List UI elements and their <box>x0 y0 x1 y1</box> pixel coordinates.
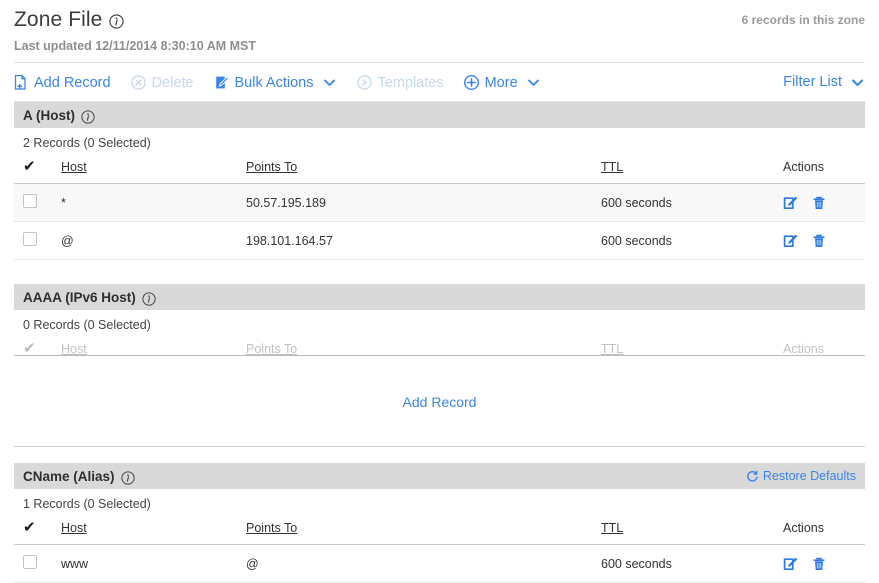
select-all-header[interactable]: ✔ <box>14 520 61 545</box>
edit-icon[interactable] <box>783 195 799 211</box>
chevron-down-icon <box>322 75 337 90</box>
section-aaaa-ipv6-host: AAAA (IPv6 Host) 0 Records (0 Selected) … <box>14 284 865 446</box>
delete-label: Delete <box>151 74 194 91</box>
cell-host: @ <box>61 221 246 260</box>
trash-icon[interactable] <box>811 556 827 572</box>
section-header-aaaa: AAAA (IPv6 Host) <box>14 284 865 310</box>
info-icon[interactable] <box>109 13 125 29</box>
templates-label: Templates <box>377 74 444 91</box>
bulk-actions-label: Bulk Actions <box>234 74 314 91</box>
refresh-icon <box>746 470 759 483</box>
column-header-host[interactable]: Host <box>61 159 246 184</box>
filter-list-label: Filter List <box>783 74 842 90</box>
section-a-host: A (Host) 2 Records (0 Selected) ✔ Host P… <box>14 102 865 260</box>
record-count-label: 2 Records (0 Selected) <box>23 136 151 150</box>
templates-button[interactable]: Templates <box>356 74 444 91</box>
clipboard-edit-icon <box>213 74 230 91</box>
column-header-points-to[interactable]: Points To <box>246 341 601 356</box>
more-button[interactable]: More <box>463 74 541 91</box>
cell-ttl: 600 seconds <box>601 544 783 583</box>
cell-points-to: 198.101.164.57 <box>246 221 601 260</box>
restore-defaults-label: Restore Defaults <box>762 469 856 483</box>
column-header-points-to[interactable]: Points To <box>246 520 601 545</box>
column-header-ttl[interactable]: TTL <box>601 341 783 356</box>
select-all-header[interactable]: ✔ <box>14 341 61 355</box>
more-label: More <box>484 74 518 91</box>
record-count-label: 1 Records (0 Selected) <box>23 497 151 511</box>
section-title: A (Host) <box>23 107 75 123</box>
row-checkbox-cell[interactable] <box>14 183 61 222</box>
table-row: * 50.57.195.189 600 seconds <box>14 183 865 222</box>
cell-ttl: 600 seconds <box>601 221 783 260</box>
row-checkbox[interactable] <box>23 555 37 569</box>
title-row: Zone File <box>14 8 865 32</box>
section-divider <box>14 446 865 447</box>
column-header-ttl[interactable]: TTL <box>601 159 783 184</box>
circle-plus-icon <box>463 74 480 91</box>
row-checkbox-cell[interactable] <box>14 544 61 583</box>
page-header: Zone File 6 records in this zone Last up… <box>0 0 879 62</box>
trash-icon[interactable] <box>811 195 827 211</box>
page-title: Zone File <box>14 8 103 31</box>
record-count-label: 0 Records (0 Selected) <box>23 318 151 332</box>
records-table-a-host: ✔ Host Points To TTL Actions * 50.57.195… <box>14 159 865 260</box>
checkmark-icon: ✔ <box>23 519 36 536</box>
section-title: CName (Alias) <box>23 468 115 484</box>
delete-button[interactable]: Delete <box>130 74 194 91</box>
cell-actions <box>783 221 865 260</box>
column-header-actions: Actions <box>783 520 824 535</box>
table-row: @ 198.101.164.57 600 seconds <box>14 221 865 260</box>
table-row: www @ 600 seconds <box>14 544 865 583</box>
filter-list-button[interactable]: Filter List <box>783 74 865 90</box>
row-checkbox-cell[interactable] <box>14 221 61 260</box>
cell-host: www <box>61 544 246 583</box>
trash-icon[interactable] <box>811 233 827 249</box>
add-record-link[interactable]: Add Record <box>403 394 477 410</box>
info-icon[interactable] <box>120 471 135 485</box>
circle-arrow-icon <box>356 74 373 91</box>
table-header-row: ✔ Host Points To TTL Actions <box>14 520 865 545</box>
restore-defaults-button[interactable]: Restore Defaults <box>746 469 856 483</box>
section-header-a-host: A (Host) <box>14 102 865 128</box>
table-header-row: ✔ Host Points To TTL Actions <box>14 159 865 184</box>
cell-points-to: @ <box>246 544 601 583</box>
section-cname-alias: CName (Alias) Restore Defaults 1 Records… <box>14 463 865 583</box>
add-record-label: Add Record <box>34 74 111 91</box>
section-title: AAAA (IPv6 Host) <box>23 289 136 305</box>
checkmark-icon: ✔ <box>23 341 36 355</box>
edit-icon[interactable] <box>783 556 799 572</box>
select-all-header[interactable]: ✔ <box>14 159 61 184</box>
checkmark-icon: ✔ <box>23 158 36 175</box>
empty-state-aaaa: Add Record <box>14 356 865 446</box>
row-checkbox[interactable] <box>23 194 37 208</box>
column-header-actions: Actions <box>783 341 824 356</box>
document-add-icon <box>12 74 29 91</box>
column-header-host[interactable]: Host <box>61 341 246 356</box>
records-table-cname: ✔ Host Points To TTL Actions www @ 600 s… <box>14 520 865 583</box>
info-icon[interactable] <box>142 292 156 306</box>
add-record-button[interactable]: Add Record <box>12 74 111 91</box>
records-summary: 6 records in this zone <box>741 13 865 27</box>
cell-ttl: 600 seconds <box>601 183 783 222</box>
cell-points-to: 50.57.195.189 <box>246 183 601 222</box>
cell-actions <box>783 544 865 583</box>
cell-host: * <box>61 183 246 222</box>
column-header-host[interactable]: Host <box>61 520 246 545</box>
column-header-ttl[interactable]: TTL <box>601 520 783 545</box>
edit-icon[interactable] <box>783 233 799 249</box>
bulk-actions-button[interactable]: Bulk Actions <box>213 74 337 91</box>
info-icon[interactable] <box>81 110 95 124</box>
chevron-down-icon <box>850 75 865 90</box>
last-updated-text: Last updated 12/11/2014 8:30:10 AM MST <box>14 39 256 53</box>
cell-actions <box>783 183 865 222</box>
column-header-points-to[interactable]: Points To <box>246 159 601 184</box>
column-header-actions: Actions <box>783 159 824 174</box>
circle-x-icon <box>130 74 147 91</box>
row-checkbox[interactable] <box>23 232 37 246</box>
section-header-cname: CName (Alias) Restore Defaults <box>14 463 865 489</box>
chevron-down-icon <box>526 75 541 90</box>
clipped-table-header-aaaa: ✔ Host Points To TTL Actions <box>14 341 865 355</box>
toolbar: Add Record Delete Bulk Actions Templates… <box>0 63 879 101</box>
